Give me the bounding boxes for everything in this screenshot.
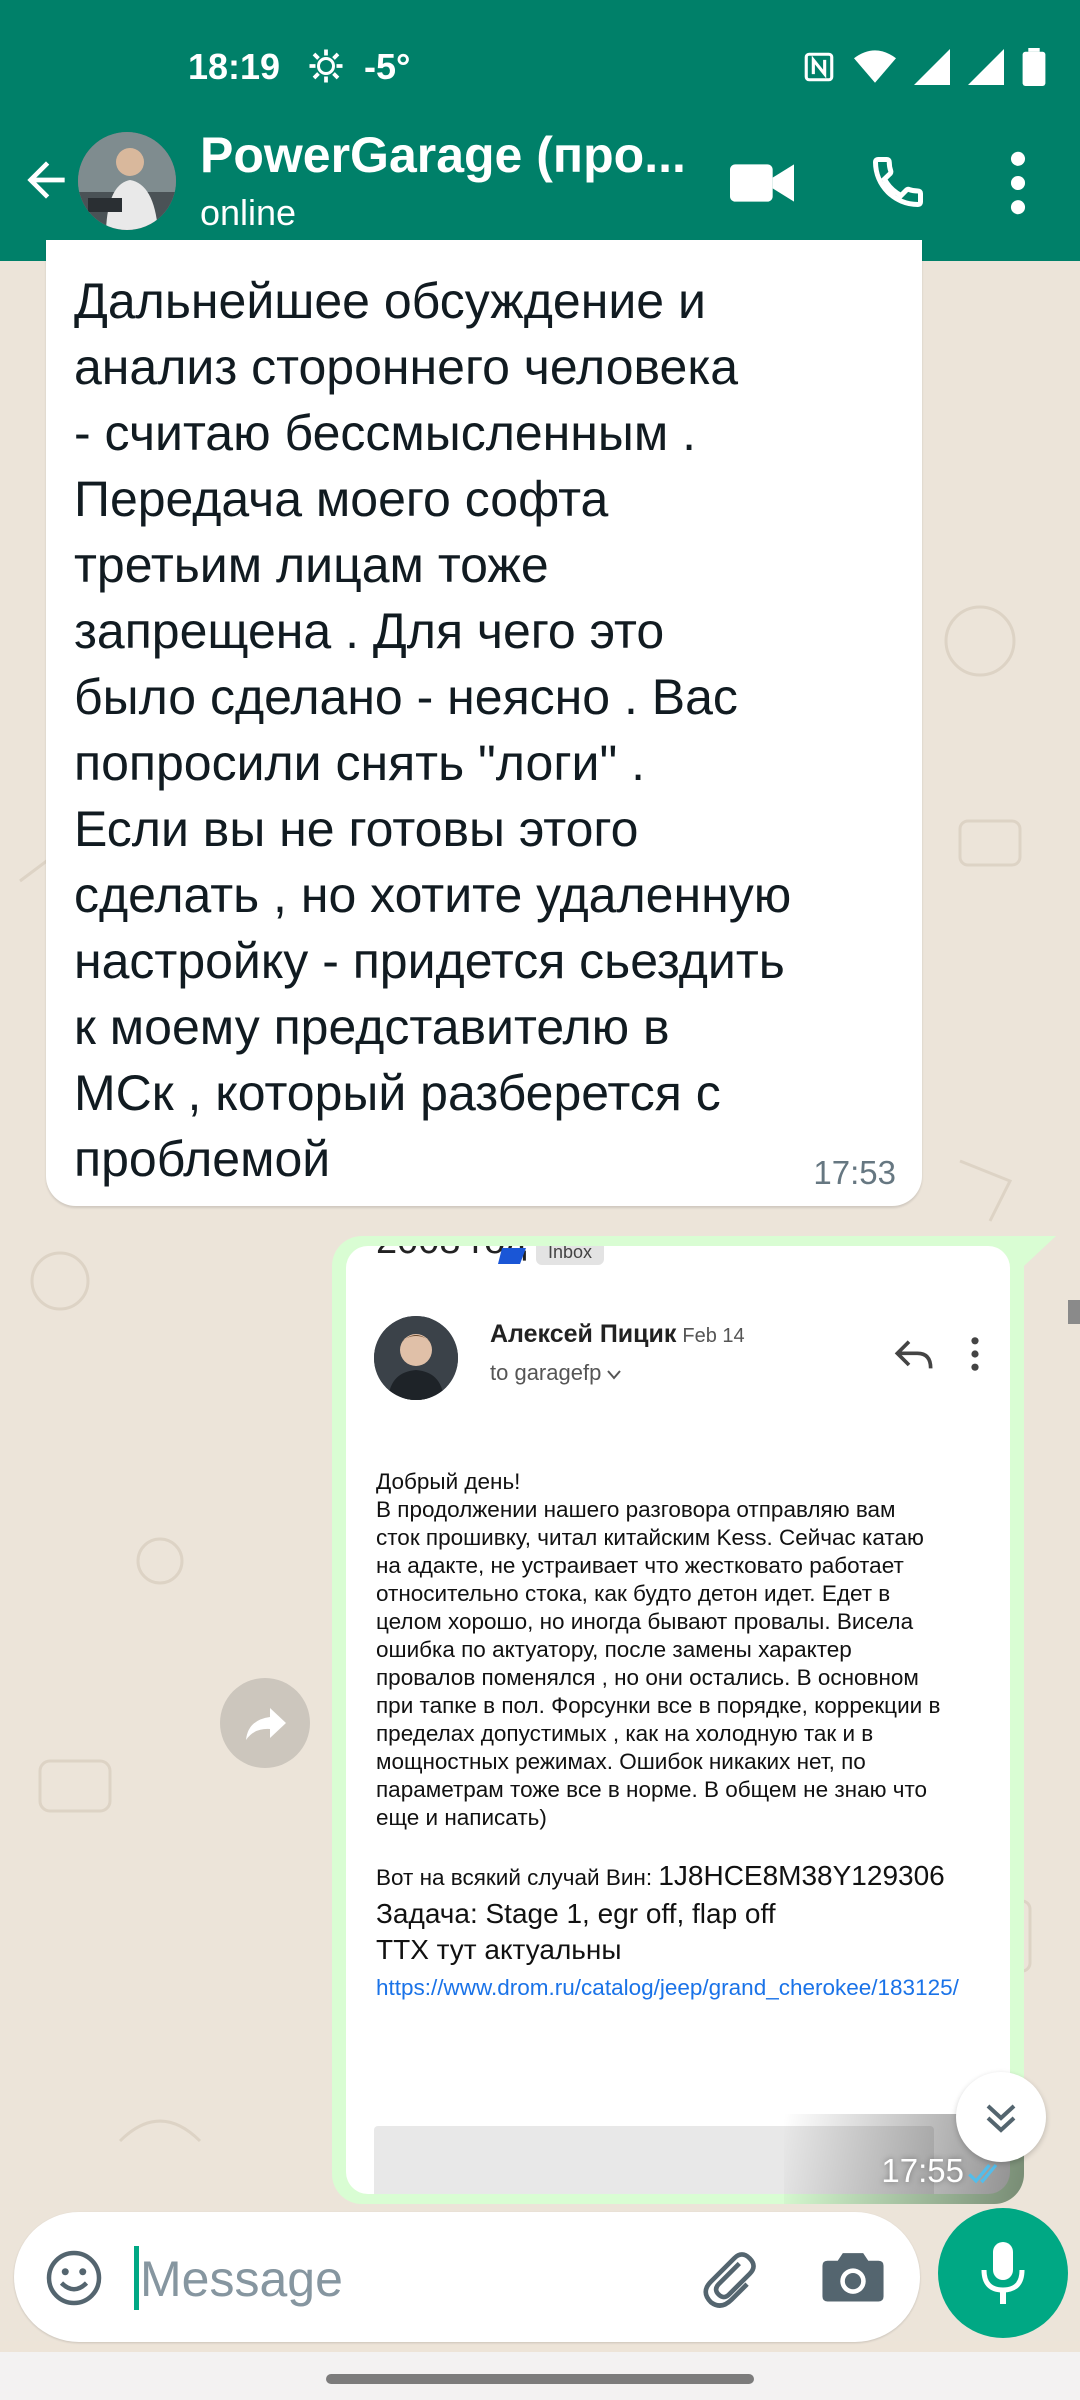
contact-name[interactable]: PowerGarage (про... <box>200 126 686 184</box>
email-date: Feb 14 <box>682 1325 745 1347</box>
sender-name: Алексей Пицик Feb 14 <box>490 1320 745 1349</box>
email-screenshot-image[interactable]: 2008 год Inbox Алексей ПицикFeb 14 to ga… <box>346 1246 1010 2194</box>
wifi-icon <box>854 50 896 83</box>
microphone-icon <box>981 2242 1025 2304</box>
chevron-down-icon <box>607 1370 622 1380</box>
forward-icon <box>246 1708 286 1740</box>
gesture-handle[interactable] <box>326 2374 754 2384</box>
signal-icon-1 <box>914 49 950 85</box>
vin-line: Вот на всякий случай Вин: 1J8HCE8M38Y129… <box>376 1858 1006 1896</box>
message-time: 17:55 <box>881 2152 964 2189</box>
emoji-icon[interactable] <box>44 2248 104 2308</box>
system-nav-bar <box>0 2352 1080 2400</box>
status-icons <box>802 48 1046 86</box>
camera-icon[interactable] <box>822 2248 884 2304</box>
voice-message-button[interactable] <box>938 2208 1068 2338</box>
nfc-icon <box>804 52 834 82</box>
vin-label: Вот на всякий случай Вин: <box>376 1865 659 1890</box>
message-text: Дальнейшее обсуждение и анализ стороннег… <box>74 273 792 1187</box>
sender-avatar <box>374 1316 458 1400</box>
back-arrow-icon[interactable] <box>18 152 74 208</box>
more-vert-icon <box>971 1337 979 1371</box>
message-time: 17:53 <box>813 1154 896 1191</box>
email-recipient-text: to garagefp <box>490 1360 602 1385</box>
specs-line: ТТХ тут актуальны https://www.drom.ru/ca… <box>376 1932 1006 2006</box>
contact-avatar[interactable] <box>78 132 176 230</box>
paperclip-icon[interactable] <box>698 2248 760 2310</box>
phone-icon[interactable] <box>868 150 928 214</box>
message-input[interactable] <box>138 2236 662 2322</box>
message-composer <box>14 2212 920 2342</box>
incoming-message-bubble[interactable]: Дальнейшее обсуждение и анализ стороннег… <box>46 240 922 1206</box>
label-icon <box>498 1248 526 1264</box>
task-line: Задача: Stage 1, egr off, flap off <box>376 1898 776 1929</box>
scroll-to-bottom-button[interactable] <box>956 2072 1046 2162</box>
battery-icon <box>1022 48 1046 86</box>
signal-icon-2 <box>968 49 1004 85</box>
sender-name-text: Алексей Пицик <box>490 1320 677 1348</box>
video-call-icon[interactable] <box>730 155 794 211</box>
more-vert-icon[interactable] <box>1000 150 1036 216</box>
reply-icon <box>894 1340 933 1369</box>
inbox-tag: Inbox <box>536 1246 605 1265</box>
chat-header: 18:19 -5° PowerGarage (про... online <box>0 0 1080 261</box>
status-temperature: -5° <box>364 46 411 87</box>
read-receipt-icon <box>968 2163 998 2184</box>
vin-value: 1J8HCE8M38Y129306 <box>658 1860 945 1891</box>
sender-photo <box>374 1316 458 1400</box>
contact-status: online <box>200 192 297 233</box>
double-chevron-down-icon <box>986 2104 1016 2133</box>
email-details: Вот на всякий случай Вин: 1J8HCE8M38Y129… <box>376 1858 1006 2006</box>
specs-link: https://www.drom.ru/catalog/jeep/grand_c… <box>376 1975 959 2000</box>
email-recipient: to garagefp <box>490 1360 622 1386</box>
email-body: Добрый день! В продолжении нашего разгов… <box>376 1469 941 1830</box>
forward-button[interactable] <box>220 1678 310 1768</box>
status-time: 18:19 <box>188 46 281 87</box>
specs-label: ТТХ тут актуальны <box>376 1934 622 1965</box>
avatar-photo <box>78 132 176 230</box>
scroll-indicator <box>1068 1300 1080 1324</box>
outgoing-image-message[interactable]: 2008 год Inbox Алексей ПицикFeb 14 to ga… <box>332 1236 1024 2204</box>
gear-icon <box>309 49 343 83</box>
